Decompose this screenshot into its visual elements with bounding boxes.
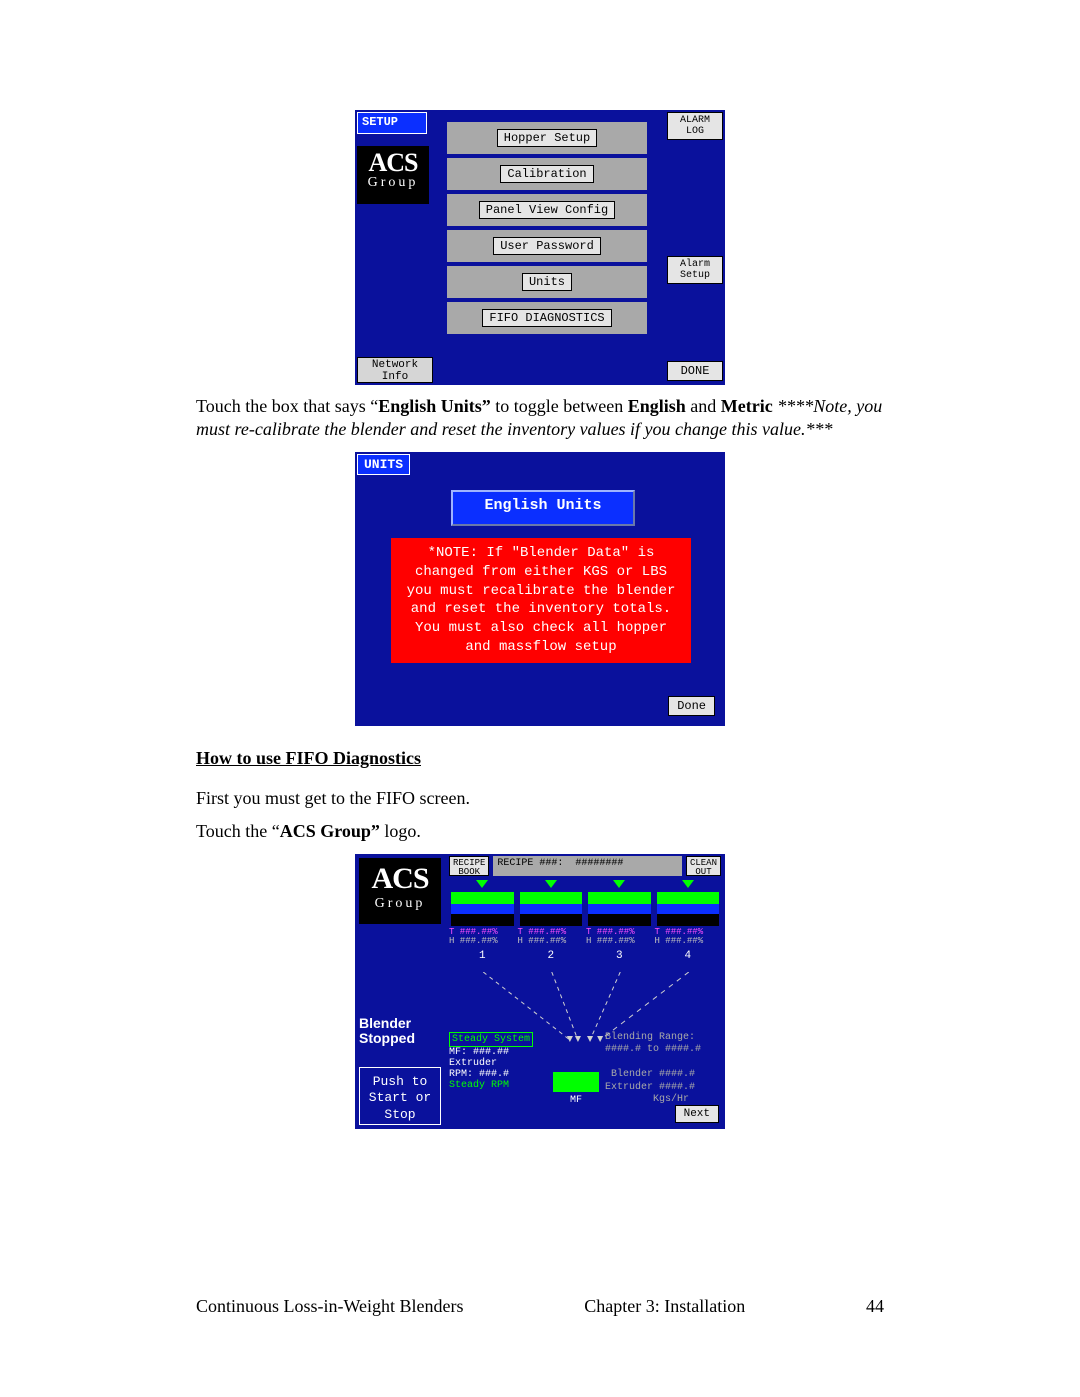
logo-text-group: Group (359, 896, 441, 912)
alarm-log-button[interactable]: ALARM LOG (667, 112, 723, 140)
hopper-number: 2 (518, 950, 585, 962)
hopper-actual-pct: H ###.##% (655, 936, 704, 946)
blender-status-label: Blender Stopped (359, 1016, 415, 1047)
rpm-value: RPM: ###.# (449, 1069, 509, 1080)
hopper-2: T ###.##%H ###.##% 2 (518, 880, 585, 960)
hmi-main-screen: ACS Group Blender Stopped Push to Start … (355, 854, 725, 1129)
hopper-actual-pct: H ###.##% (586, 936, 635, 946)
arrow-down-icon (613, 880, 625, 888)
panel-view-config-button[interactable]: Panel View Config (479, 201, 615, 219)
heading-fifo-diagnostics: How to use FIFO Diagnostics (196, 748, 884, 769)
acs-logo[interactable]: ACS Group (357, 146, 429, 204)
hopper-target-pct: T ###.##% (655, 927, 704, 937)
setup-done-button[interactable]: DONE (667, 361, 723, 381)
main-top-bar: RECIPE BOOK RECIPE ###: ######## CLEAN O… (449, 856, 721, 876)
hopper-1: T ###.##%H ###.##% 1 (449, 880, 516, 960)
menu-row: FIFO DIAGNOSTICS (447, 302, 647, 334)
hmi-units-screen: UNITS English Units *NOTE: If "Blender D… (355, 452, 725, 726)
network-info-button[interactable]: Network Info (357, 357, 433, 383)
footer-left: Continuous Loss-in-Weight Blenders (196, 1296, 464, 1317)
arrow-down-icon (682, 880, 694, 888)
text-bold: ACS Group” (280, 821, 380, 841)
units-title: UNITS (357, 454, 410, 475)
calibration-button[interactable]: Calibration (500, 165, 593, 183)
hopper-target-pct: T ###.##% (586, 927, 635, 937)
logo-text-acs: ACS (359, 862, 441, 896)
units-warning-note: *NOTE: If "Blender Data" is changed from… (391, 538, 691, 663)
main-left-column: ACS Group Blender Stopped Push to Start … (355, 854, 445, 1129)
setup-right-column: ALARM LOG Alarm Setup DONE (667, 112, 723, 383)
arrow-down-icon (545, 880, 557, 888)
setup-left-column: SETUP ACS Group Network Info (355, 110, 435, 385)
next-button[interactable]: Next (675, 1105, 719, 1123)
text: Touch the box that says “ (196, 396, 378, 416)
paragraph-fifo-2: Touch the “ACS Group” logo. (196, 820, 884, 843)
setup-menu-list: Hopper Setup Calibration Panel View Conf… (447, 122, 647, 338)
hopper-target-pct: T ###.##% (449, 927, 498, 937)
lower-status-row: Steady System MF: ###.## Extruder RPM: #… (449, 1032, 721, 1092)
text-bold: English (628, 396, 686, 416)
hopper-number: 3 (586, 950, 653, 962)
user-password-button[interactable]: User Password (493, 237, 601, 255)
hopper-target-pct: T ###.##% (518, 927, 567, 937)
units-done-button[interactable]: Done (668, 696, 715, 716)
logo-text-acs: ACS (357, 150, 429, 176)
alarm-setup-button[interactable]: Alarm Setup (667, 256, 723, 284)
hmi-setup-screen: SETUP ACS Group Network Info Hopper Setu… (355, 110, 725, 385)
arrow-down-icon (476, 880, 488, 888)
acs-logo[interactable]: ACS Group (359, 858, 441, 924)
mf-graphic-label: MF (553, 1095, 599, 1106)
menu-row: Panel View Config (447, 194, 647, 226)
menu-row: Hopper Setup (447, 122, 647, 154)
steady-rpm-label: Steady RPM (449, 1080, 509, 1091)
setup-title: SETUP (357, 112, 427, 134)
text: Touch the “ (196, 821, 280, 841)
hopper-row: T ###.##%H ###.##% 1 T ###.##%H ###.##% … (449, 880, 721, 960)
fifo-diagnostics-button[interactable]: FIFO DIAGNOSTICS (482, 309, 611, 327)
hopper-4: T ###.##%H ###.##% 4 (655, 880, 722, 960)
menu-row: User Password (447, 230, 647, 262)
hopper-actual-pct: H ###.##% (449, 936, 498, 946)
menu-row: Units (447, 266, 647, 298)
text: logo. (380, 821, 421, 841)
text-bold: English Units” (378, 396, 491, 416)
footer-right: 44 (866, 1296, 884, 1317)
blending-range-block: Blending Range: ####.# to ####.# Blender… (605, 1032, 721, 1092)
document-page: { "setup_screen": { "title": "SETUP", "l… (0, 0, 1080, 1397)
hopper-number: 4 (655, 950, 722, 962)
logo-text-group: Group (357, 176, 429, 190)
paragraph-toggle-instructions: Touch the box that says “English Units” … (196, 395, 884, 442)
text-bold: Metric (721, 396, 773, 416)
mf-graphic-block: MF (553, 1032, 601, 1092)
footer-center: Chapter 3: Installation (584, 1296, 745, 1317)
hopper-number: 1 (449, 950, 516, 962)
hopper-actual-pct: H ###.##% (518, 936, 567, 946)
clean-out-button[interactable]: CLEAN OUT (686, 856, 721, 876)
mf-value: MF: ###.## (449, 1047, 509, 1058)
recipe-title-label: RECIPE ###: ######## (493, 856, 682, 876)
recipe-book-button[interactable]: RECIPE BOOK (449, 856, 489, 876)
text: and (686, 396, 721, 416)
page-footer: Continuous Loss-in-Weight Blenders Chapt… (196, 1296, 884, 1317)
hopper-3: T ###.##%H ###.##% 3 (586, 880, 653, 960)
english-units-toggle[interactable]: English Units (451, 490, 635, 526)
units-button[interactable]: Units (522, 273, 572, 291)
start-stop-button[interactable]: Push to Start or Stop (359, 1067, 441, 1125)
extruder-label: Extruder (449, 1058, 497, 1069)
hopper-setup-button[interactable]: Hopper Setup (497, 129, 597, 147)
paragraph-fifo-1: First you must get to the FIFO screen. (196, 787, 884, 810)
text: to toggle between (491, 396, 628, 416)
menu-row: Calibration (447, 158, 647, 190)
system-status-block: Steady System MF: ###.## Extruder RPM: #… (449, 1032, 549, 1092)
steady-system-label: Steady System (449, 1032, 533, 1047)
